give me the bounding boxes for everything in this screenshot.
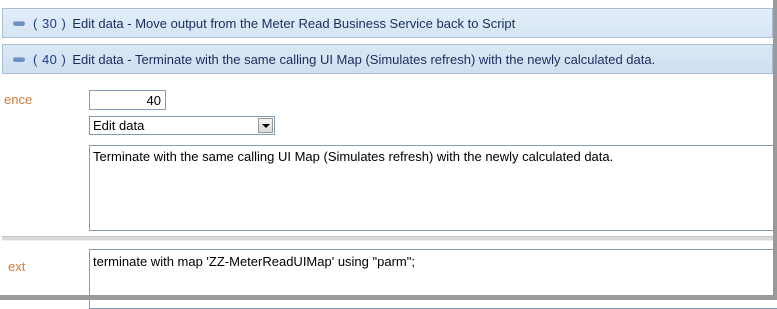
- step-summary: Edit data - Move output from the Meter R…: [72, 15, 516, 31]
- step-summary: Edit data - Terminate with the same call…: [72, 51, 656, 67]
- step-editor-panel: ( 30 ) Edit data - Move output from the …: [0, 0, 777, 309]
- collapse-icon[interactable]: [13, 56, 25, 62]
- step-type-select[interactable]: Edit data: [89, 116, 275, 135]
- step-row-40[interactable]: ( 40 ) Edit data - Terminate with the sa…: [2, 44, 773, 74]
- script-text-label: ext: [8, 259, 26, 274]
- sequence-label: ence: [4, 92, 33, 107]
- step-sequence: ( 40 ): [33, 51, 67, 67]
- window-border-bottom: [0, 295, 777, 300]
- section-divider: [2, 236, 777, 241]
- chevron-down-icon: [261, 123, 270, 128]
- window-border-right: [773, 0, 777, 300]
- script-text-textarea[interactable]: terminate with map 'ZZ-MeterReadUIMap' u…: [89, 249, 777, 309]
- dropdown-button[interactable]: [258, 118, 273, 133]
- step-detail-form: ence Edit data Terminate with the same c…: [2, 78, 777, 309]
- step-row-30[interactable]: ( 30 ) Edit data - Move output from the …: [2, 8, 773, 38]
- description-textarea[interactable]: Terminate with the same calling UI Map (…: [89, 145, 777, 231]
- step-sequence: ( 30 ): [33, 15, 67, 31]
- sequence-input[interactable]: [89, 90, 166, 110]
- collapse-icon[interactable]: [13, 20, 25, 26]
- step-type-value: Edit data: [93, 118, 145, 133]
